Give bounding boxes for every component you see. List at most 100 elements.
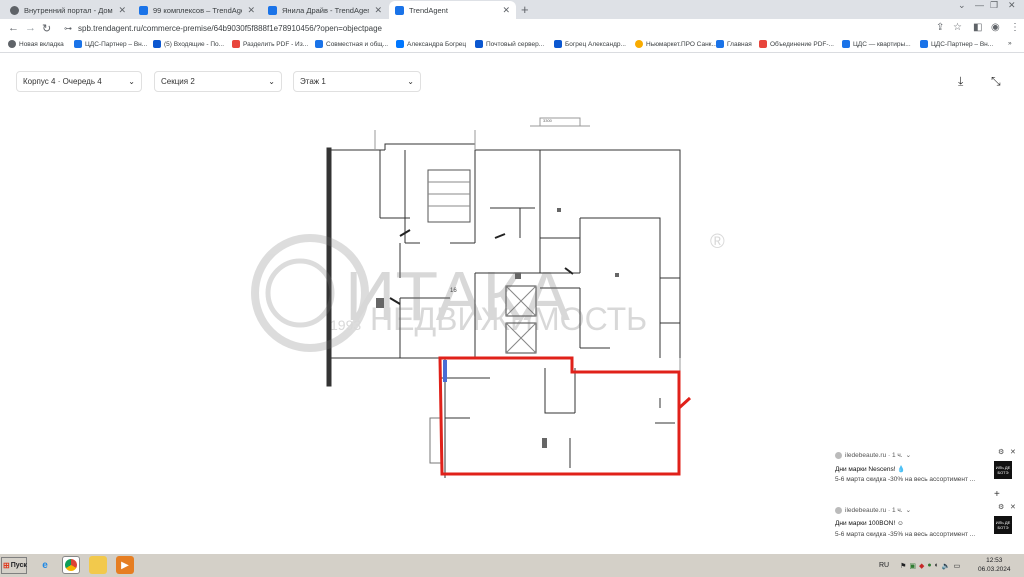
download-icon[interactable]: ⤓ [958,74,963,89]
close-tab-icon[interactable]: ✕ [502,5,510,16]
reload-icon[interactable]: ↻ [42,22,51,35]
bookmark-item[interactable]: (5) Входящие - По... [153,40,224,48]
tab-title: Янила Драйв - TrendAgent [282,5,370,15]
bookmark-star-icon[interactable]: ☆ [953,22,962,33]
flag-icon[interactable]: ⚑ [900,562,906,570]
profile-icon[interactable]: ◉ [991,22,1000,33]
notification-source: iledebeaute.ru · 1 ч. ⌄ [835,506,911,514]
chevron-down-icon[interactable]: ⌄ [906,506,911,514]
chevron-down-icon[interactable]: ⌄ [906,451,911,459]
minimize-button[interactable]: — [975,0,984,10]
pdf-icon [759,40,767,48]
back-icon[interactable]: ← [8,22,19,34]
cds-icon [716,40,724,48]
globe-icon [8,40,16,48]
settings-gear-icon[interactable]: ⚙ [998,448,1004,456]
notification-nescens[interactable]: iledebeaute.ru · 1 ч. ⌄ ⚙ ✕ Дни марки Nes… [830,448,1020,493]
more-bookmarks-icon[interactable]: » [1008,40,1012,47]
network-icon[interactable]: ▣ [909,562,916,570]
floor-select[interactable]: Этаж 1 ⌄ [293,71,421,92]
collapse-icon[interactable]: ⤡ [991,74,1001,89]
close-icon[interactable]: ✕ [1010,448,1016,456]
tab-trendagent[interactable]: TrendAgent ✕ [389,1,516,19]
bookmark-item[interactable]: Александра Богрец [396,40,466,48]
security-icon[interactable]: ◆ [919,562,924,570]
clock[interactable]: 12:53 06.03.2024 [978,556,1011,574]
tab-search-icon[interactable]: ⌄ [958,0,966,11]
tab-yanila-drive[interactable]: Янила Драйв - TrendAgent ✕ [262,1,388,19]
notification-100bon[interactable]: iledebeaute.ru · 1 ч. ⌄ ⚙ ✕ Дни марки 100… [830,503,1020,548]
clock-date: 06.03.2024 [978,566,1011,573]
close-tab-icon[interactable]: ✕ [118,5,126,16]
explorer-folder-icon[interactable] [89,556,107,574]
globe-icon [10,5,19,15]
close-window-button[interactable]: ✕ [1008,0,1016,11]
floor-select-value: Этаж 1 [300,77,326,86]
notification-text: 5-6 марта скидка -30% на весь ассортимен… [835,476,976,483]
cds-icon [920,40,928,48]
trendagent-icon [268,5,277,15]
close-tab-icon[interactable]: ✕ [247,5,255,16]
brand-logo: ИЛЬ ДЕ БОТЭ [994,461,1012,479]
chrome-icon[interactable] [62,556,80,574]
address-bar[interactable]: ⊶ spb.trendagent.ru/commerce-premise/64b… [58,21,938,36]
building-select[interactable]: Корпус 4 · Очередь 4 ⌄ [16,71,142,92]
chevron-down-icon: ⌄ [268,77,275,86]
battery-icon[interactable]: ▭ [954,562,961,570]
taskbar: ⊞ Пуск e ▶ RU ⚑ ▣ ◆ ● ◐ 🔈 ▭ 12:53 06.03.… [0,553,1024,577]
add-icon[interactable]: + [994,489,1000,500]
bookmark-item[interactable]: Ньюмаркет.ПРО Санк... [635,40,717,48]
settings-gear-icon[interactable]: ⚙ [998,503,1004,511]
bookmark-item[interactable]: Почтовый сервер... [475,40,544,48]
tab-title: TrendAgent [409,5,448,15]
close-tab-icon[interactable]: ✕ [374,5,382,16]
bookmark-item[interactable]: ЦДС-Партнер – Вн... [74,40,147,48]
restore-button[interactable]: ❐ [990,0,998,11]
notification-text: 5-6 марта скидка -35% на весь ассортимен… [835,531,976,538]
internet-explorer-icon[interactable]: e [36,556,54,574]
side-panel-icon[interactable]: ◧ [973,22,982,33]
site-info-icon[interactable]: ⊶ [64,24,72,33]
clock-time: 12:53 [986,557,1003,564]
windows-logo-icon: ⊞ [3,561,10,570]
trendagent-icon [395,5,404,15]
section-select[interactable]: Секция 2 ⌄ [154,71,282,92]
tab-internal-portal[interactable]: Внутренний портал - Домашн... ✕ [4,1,132,19]
bookmark-item[interactable]: Богрец Александр... [554,40,626,48]
bookmark-item[interactable]: Совместная и общ... [315,40,388,48]
itaka-watermark: ИТАКА ® 1993 НЕДВИЖИМОСТЬ [251,231,725,352]
notification-title: Дни марки Nescens! 💧 [835,466,906,473]
dimension-label: 3300 [543,118,553,123]
bookmark-item[interactable]: Объединение PDF-... [759,40,834,48]
bookmark-item[interactable]: ЦДС-Партнер – Вн... [920,40,993,48]
doc-icon [315,40,323,48]
sync-icon[interactable]: ◐ [935,562,939,569]
tab-99-complexes[interactable]: 99 комплексов – TrendAgent ✕ [133,1,261,19]
newmarket-icon [635,40,643,48]
volume-icon[interactable]: 🔈 [942,562,951,570]
menu-icon[interactable]: ⋮ [1010,22,1020,33]
tab-strip: Внутренний портал - Домашн... ✕ 99 компл… [0,0,1024,19]
outlook-icon [475,40,483,48]
update-icon[interactable]: ● [927,562,931,569]
site-icon [835,451,842,459]
watermark-year: 1993 [330,317,361,333]
bookmark-item[interactable]: ЦДС — квартиры... [842,40,911,48]
floor-plan: 3300 16 ИТАКА ® 1993 НЕДВИЖИМОСТЬ [251,117,725,478]
site-icon [835,506,842,514]
media-player-icon[interactable]: ▶ [116,556,134,574]
watermark-registered: ® [710,231,725,253]
cds-icon [74,40,82,48]
language-indicator[interactable]: RU [879,562,889,569]
bookmark-item[interactable]: Главная [716,40,752,48]
share-icon[interactable]: ⇪ [936,22,944,33]
new-tab-button[interactable]: + [521,2,529,17]
bookmark-item[interactable]: Разделить PDF - Из... [232,40,308,48]
chevron-down-icon: ⌄ [128,77,135,86]
forward-icon[interactable]: → [25,22,36,34]
section-select-value: Секция 2 [161,77,195,86]
bookmark-item[interactable]: Новая вкладка [8,40,64,48]
start-button[interactable]: ⊞ Пуск [1,557,27,574]
url-text: spb.trendagent.ru/commerce-premise/64b90… [78,24,382,33]
close-icon[interactable]: ✕ [1010,503,1016,511]
